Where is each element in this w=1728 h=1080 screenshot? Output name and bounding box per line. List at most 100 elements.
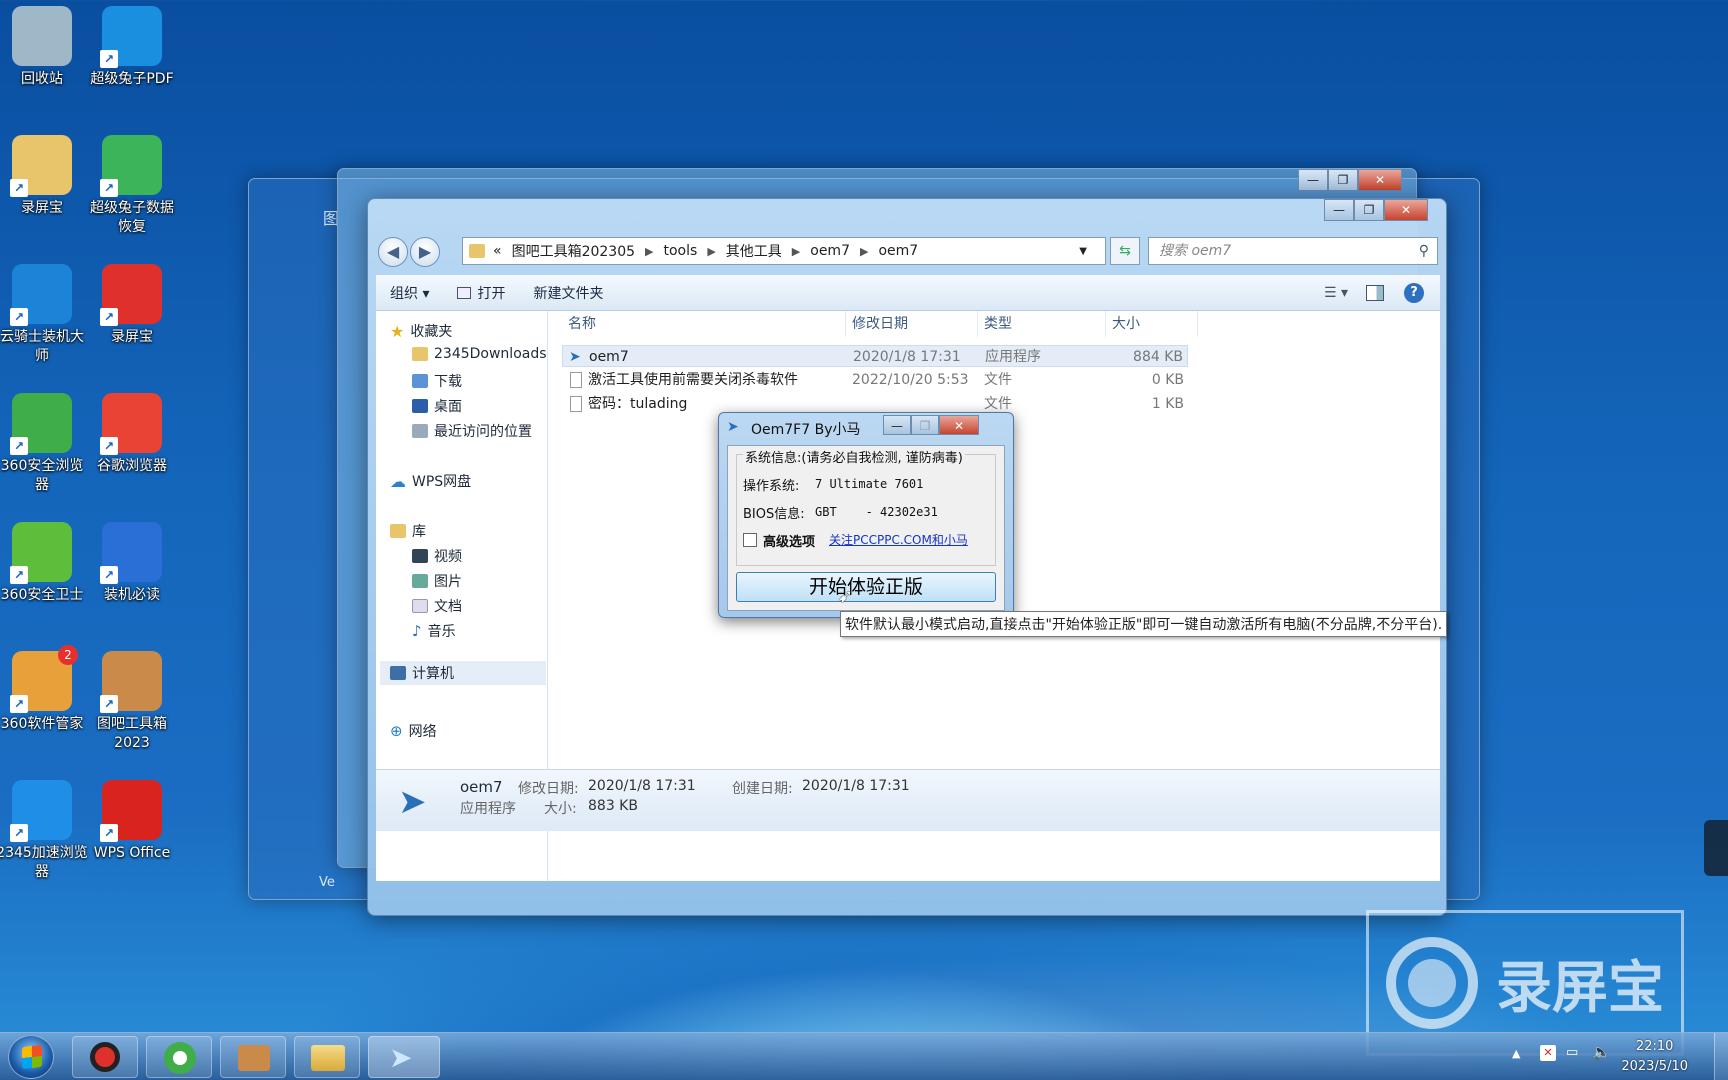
nav-network[interactable]: ⊕ 网络 <box>390 721 437 741</box>
desktop-icon-label: 谷歌浏览器 <box>97 458 167 474</box>
close-button[interactable]: ✕ <box>1358 169 1402 191</box>
refresh-button[interactable]: ⇆ <box>1110 237 1140 265</box>
nav-computer-label: 计算机 <box>412 666 454 682</box>
organize-button[interactable]: 组织 ▾ <box>376 283 443 303</box>
desktop-icon-2345-browser[interactable]: ↗ 2345加速浏览器 <box>0 780 88 882</box>
nav-item-documents[interactable]: 文档 <box>412 596 462 616</box>
nav-item-downloads[interactable]: 下载 <box>412 371 462 391</box>
nav-computer[interactable]: 计算机 <box>380 661 546 685</box>
breadcrumb-item[interactable]: 图吧工具箱202305 <box>512 241 635 261</box>
desktop-icon-toolbox[interactable]: ↗ 图吧工具箱2023 <box>86 651 178 753</box>
search-placeholder: 搜索 oem7 <box>1159 243 1232 259</box>
desktop-icon-360-browser[interactable]: ↗ 360安全浏览器 <box>0 393 88 495</box>
pccppc-link[interactable]: 关注PCCPPC.COM和小马 <box>829 531 968 548</box>
video-icon <box>412 549 428 563</box>
nav-item-videos[interactable]: 视频 <box>412 546 462 566</box>
start-button[interactable]: 开始体验正版 <box>736 572 996 602</box>
nav-item-recent[interactable]: 最近访问的位置 <box>412 421 532 441</box>
taskbar-app-record[interactable] <box>72 1036 138 1078</box>
side-handle[interactable] <box>1704 820 1728 876</box>
column-header-type[interactable]: 类型 <box>984 311 1106 337</box>
close-button[interactable]: ✕ <box>939 415 979 435</box>
nav-libraries-label: 库 <box>412 524 426 540</box>
oem7-app-icon: ➤ <box>389 1041 413 1074</box>
forward-button[interactable]: ▶ <box>410 237 440 267</box>
breadcrumb-overflow[interactable]: « <box>493 243 502 259</box>
2345-browser-icon: ↗ <box>10 780 72 842</box>
file-size: 884 KB <box>1133 349 1183 365</box>
column-header-name[interactable]: 名称 <box>568 311 846 337</box>
desktop-icon-360-manager[interactable]: ↗ 2 360软件管家 <box>0 645 88 734</box>
maximize-button[interactable]: ❐ <box>911 415 939 435</box>
system-info-group: 系统信息:(请务必自我检测, 谨防病毒) 操作系统: 7 Ultimate 76… <box>736 447 996 566</box>
download-folder-icon <box>412 374 428 388</box>
start-orb[interactable] <box>8 1035 54 1079</box>
breadcrumb-item[interactable]: oem7 <box>878 243 918 259</box>
address-bar[interactable]: « 图吧工具箱202305 ▶ tools ▶ 其他工具 ▶ oem7 ▶ oem7 ▼ <box>462 237 1106 265</box>
desktop-icon-360-guard[interactable]: ↗ 360安全卫士 <box>0 522 88 605</box>
nav-item-music[interactable]: ♪ 音乐 <box>412 621 456 641</box>
open-label: 打开 <box>477 285 506 302</box>
system-clock[interactable]: 22:10 2023/5/10 <box>1621 1037 1688 1077</box>
preview-pane-icon[interactable] <box>1366 284 1384 301</box>
help-icon[interactable]: ? <box>1404 282 1424 303</box>
nav-item-desktop[interactable]: 桌面 <box>412 396 462 416</box>
desktop-icon-label: 2345加速浏览器 <box>0 845 88 880</box>
desktop-icon-chrome[interactable]: ↗ 谷歌浏览器 <box>86 393 178 476</box>
taskbar-app-toolbox[interactable] <box>220 1036 286 1078</box>
nav-libraries[interactable]: 库 <box>390 521 426 541</box>
file-type: 应用程序 <box>985 349 1041 365</box>
nav-item-pictures[interactable]: 图片 <box>412 571 462 591</box>
desktop-icon-knight[interactable]: ↗ 云骑士装机大师 <box>0 264 88 366</box>
search-input[interactable]: 搜索 oem7 ⚲ <box>1148 237 1438 265</box>
network-tray-icon[interactable]: ▭ <box>1566 1045 1578 1060</box>
view-options-icon[interactable]: ☰ ▾ <box>1324 285 1348 301</box>
taskbar-app-oem7[interactable]: ➤ <box>368 1036 440 1078</box>
minimize-button[interactable]: — <box>1324 199 1354 221</box>
desktop-icon-word-doc[interactable]: ↗ 装机必读 <box>86 522 178 605</box>
taskbar-app-360-browser[interactable] <box>146 1036 212 1078</box>
oem7-app-icon: ➤ <box>569 349 581 365</box>
maximize-button[interactable]: ❐ <box>1354 199 1384 221</box>
nav-item-2345downloads[interactable]: 2345Downloads <box>412 346 547 362</box>
breadcrumb-item[interactable]: oem7 <box>810 243 850 259</box>
file-row[interactable]: ➤ oem7 2020/1/8 17:31 应用程序 884 KB <box>562 345 1188 367</box>
action-center-icon[interactable]: ✕ <box>1540 1045 1556 1061</box>
show-hidden-icons[interactable]: ▲ <box>1512 1047 1520 1060</box>
desktop-icon-wps[interactable]: ↗ WPS Office <box>86 780 178 863</box>
minimize-button[interactable]: — <box>1298 169 1328 191</box>
breadcrumb-item[interactable]: 其他工具 <box>726 241 782 261</box>
taskbar-app-explorer[interactable] <box>294 1036 360 1078</box>
show-desktop-button[interactable] <box>1714 1033 1728 1080</box>
back-button[interactable]: ◀ <box>378 237 408 267</box>
desktop-icon-record[interactable]: ↗ 录屏宝 <box>86 264 178 347</box>
volume-icon[interactable]: 🔈 <box>1592 1043 1611 1061</box>
document-icon <box>412 599 428 613</box>
advanced-label[interactable]: 高级选项 <box>763 531 815 550</box>
chevron-down-icon[interactable]: ▼ <box>1079 246 1087 257</box>
shortcut-arrow-icon: ↗ <box>10 308 28 326</box>
nav-favorites[interactable]: ★ 收藏夹 <box>390 321 452 341</box>
desktop-icon-recycle-bin[interactable]: 回收站 <box>0 6 88 89</box>
clock-time: 22:10 <box>1635 1039 1674 1054</box>
open-button[interactable]: 打开 <box>443 283 519 303</box>
column-header-date[interactable]: 修改日期 <box>852 311 978 337</box>
breadcrumb-item[interactable]: tools <box>664 243 698 259</box>
minimize-button[interactable]: — <box>883 415 911 435</box>
desktop-icon-pdf-app[interactable]: ↗ 超级兔子PDF <box>86 6 178 89</box>
desktop-icon-rabbit[interactable]: ↗ 超级兔子数据恢复 <box>86 135 178 237</box>
close-button[interactable]: ✕ <box>1384 199 1428 221</box>
file-row[interactable]: 激活工具使用前需要关闭杀毒软件 2022/10/20 5:53 文件 0 KB <box>562 369 1188 391</box>
file-name: oem7 <box>589 349 629 365</box>
nav-item-label: 下载 <box>434 374 462 390</box>
desktop-icon-label: 回收站 <box>21 71 63 87</box>
new-folder-button[interactable]: 新建文件夹 <box>519 283 617 303</box>
oem7-dialog[interactable]: ➤ Oem7F7 By小马 — ❐ ✕ 系统信息:(请务必自我检测, 谨防病毒)… <box>718 412 1014 618</box>
desktop-icon-folder[interactable]: ↗ 录屏宝 <box>0 135 88 218</box>
maximize-button[interactable]: ❐ <box>1328 169 1358 191</box>
shortcut-arrow-icon: ↗ <box>10 824 28 842</box>
advanced-checkbox[interactable] <box>743 533 757 547</box>
column-header-size[interactable]: 大小 <box>1112 311 1198 337</box>
nav-item-label: 文档 <box>434 599 462 615</box>
nav-wps-drive[interactable]: ☁ WPS网盘 <box>390 471 471 491</box>
